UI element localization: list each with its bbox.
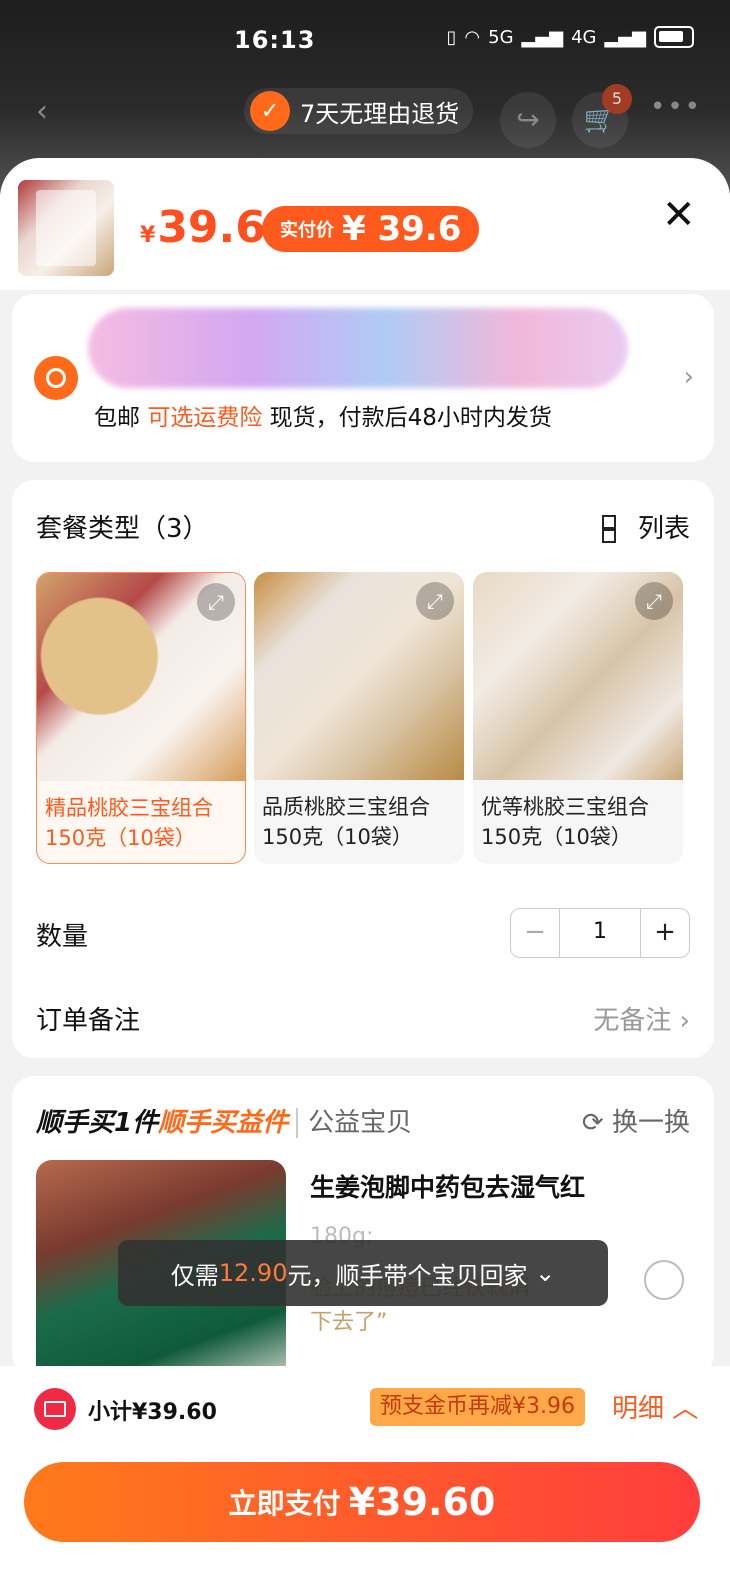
pay-now-button[interactable]: 立即支付 ¥39.60: [24, 1462, 700, 1542]
product-price: ¥39.6: [140, 202, 266, 253]
increase-button[interactable]: +: [641, 909, 689, 957]
battery-icon: [654, 26, 694, 48]
paid-price-value: ¥ 39.6: [342, 209, 462, 249]
recommend-card: 顺手买1件顺手买益件公益宝贝 ⟳ 换一换 生姜泡脚中药包去湿气红 180g; 脸…: [12, 1076, 714, 1376]
bill-icon: [34, 1388, 76, 1430]
option-card[interactable]: ⤢ 优等桃胶三宝组合 150克（10袋）: [473, 572, 683, 864]
quantity-stepper: − 1 +: [510, 908, 690, 958]
chevron-right-icon: ›: [683, 362, 694, 392]
quantity-label: 数量: [36, 922, 89, 952]
decrease-button[interactable]: −: [511, 909, 559, 957]
status-bar: 16:13 ▯ ◠ 5G ▂▄▆ 4G ▂▄▆: [0, 0, 730, 80]
refund-badge-label: 7天无理由退货: [300, 99, 460, 128]
order-note-label: 订单备注: [36, 1006, 141, 1036]
expand-icon[interactable]: ⤢: [416, 582, 454, 620]
expand-icon[interactable]: ⤢: [635, 582, 673, 620]
cart-count-badge: 5: [602, 84, 632, 114]
detail-toggle[interactable]: 明细 ︿: [612, 1388, 698, 1425]
package-type-title: 套餐类型（3）: [36, 514, 209, 544]
option-card[interactable]: ⤢ 品质桃胶三宝组合 150克（10袋）: [254, 572, 464, 864]
order-note-value[interactable]: 无备注 ›: [593, 1000, 690, 1037]
signal-icon: ▂▄▆: [604, 26, 646, 48]
expand-icon[interactable]: ⤢: [197, 583, 235, 621]
shield-check-icon: ✓: [250, 91, 290, 131]
option-card[interactable]: ⤢ 精品桃胶三宝组合 150克（10袋）: [36, 572, 246, 864]
product-thumbnail[interactable]: [18, 180, 114, 276]
option-label: 精品桃胶三宝组合 150克（10袋）: [45, 796, 213, 850]
signal-icon: ▂▄▆: [521, 26, 564, 48]
shipping-insurance-link[interactable]: 可选运费险: [147, 405, 262, 431]
paid-price-badge: 实付价 ¥ 39.6: [262, 206, 480, 252]
coin-discount-badge: 预支金币再减¥3.96: [370, 1388, 585, 1426]
shipping-info: 包邮 可选运费险 现货，付款后48小时内发货: [94, 405, 552, 431]
status-time: 16:13: [234, 26, 316, 54]
address-card[interactable]: › 包邮 可选运费险 现货，付款后48小时内发货: [12, 294, 714, 462]
option-label: 优等桃胶三宝组合 150克（10袋）: [481, 795, 649, 849]
recommend-product-name[interactable]: 生姜泡脚中药包去湿气红: [310, 1168, 585, 1204]
vibrate-icon: ▯: [446, 26, 457, 48]
refresh-icon: ⟳: [581, 1108, 604, 1138]
sheet-header: ¥39.6 实付价 ¥ 39.6 ✕: [0, 158, 730, 290]
recommend-title: 顺手买1件顺手买益件 公益宝贝: [36, 1108, 413, 1138]
more-icon[interactable]: •••: [650, 92, 702, 122]
add-on-toast[interactable]: 仅需 12.90 元，顺手带个宝贝回家 ⌄: [118, 1240, 608, 1306]
location-pin-icon: [34, 356, 78, 400]
refund-badge: ✓ 7天无理由退货: [244, 88, 474, 134]
chevron-down-icon: ⌄: [527, 1259, 556, 1287]
back-icon[interactable]: ‹: [36, 94, 48, 129]
swap-button[interactable]: ⟳ 换一换: [582, 1102, 690, 1139]
chevron-right-icon: ›: [679, 1006, 690, 1036]
quantity-input[interactable]: 1: [559, 909, 641, 957]
purchase-sheet: ¥39.6 实付价 ¥ 39.6 ✕ › 包邮 可选运费险 现货，付款后48小时…: [0, 158, 730, 1580]
chevron-up-icon: ︿: [672, 1394, 699, 1424]
redacted-address: [88, 308, 628, 388]
wifi-icon: ◠: [464, 26, 481, 48]
signal-4g-label: 4G: [571, 26, 597, 48]
share-icon[interactable]: ↪: [500, 92, 556, 148]
list-icon: [601, 513, 630, 543]
status-icons: ▯ ◠ 5G ▂▄▆ 4G ▂▄▆: [446, 26, 694, 48]
option-label: 品质桃胶三宝组合 150克（10袋）: [262, 795, 430, 849]
close-icon[interactable]: ✕: [662, 192, 696, 238]
signal-5g-label: 5G: [488, 26, 514, 48]
recommend-select-radio[interactable]: [644, 1260, 684, 1300]
checkout-bar: 小计¥39.60 预支金币再减¥3.96 明细 ︿ 立即支付 ¥39.60: [0, 1366, 730, 1580]
subtotal: 小计¥39.60: [88, 1400, 217, 1425]
list-view-button[interactable]: 列表: [601, 508, 690, 545]
options-card: 套餐类型（3） 列表 ⤢ 精品桃胶三宝组合 150克（10袋） ⤢ 品质桃胶三宝组…: [12, 480, 714, 1058]
paid-price-label: 实付价: [280, 220, 334, 241]
